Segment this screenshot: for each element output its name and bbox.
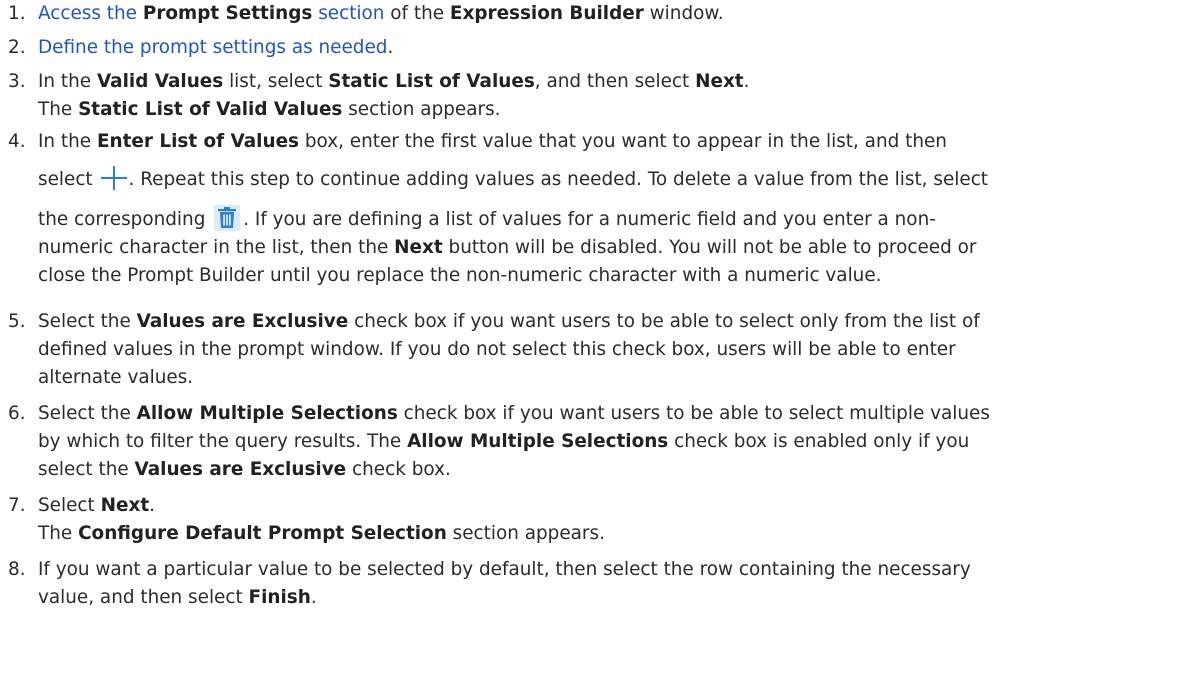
step-2: 2. Define the prompt settings as needed. xyxy=(8,34,1178,62)
step-number: 3. xyxy=(8,71,26,92)
step-number: 1. xyxy=(8,3,26,24)
define-prompt-settings-link[interactable]: Define the prompt settings as needed xyxy=(38,37,387,58)
step-number: 7. xyxy=(8,495,26,516)
step-6: 6. Select the Allow Multiple Selections c… xyxy=(8,400,1178,484)
step-8: 8. If you want a particular value to be s… xyxy=(8,556,1178,612)
step-3: 3. In the Valid Values list, select Stati… xyxy=(8,68,1178,124)
trash-icon xyxy=(214,205,241,231)
step-number: 8. xyxy=(8,559,26,580)
step-5: 5. Select the Values are Exclusive check … xyxy=(8,308,1178,392)
step-1: 1. Access the Prompt Settings section of … xyxy=(8,0,1178,28)
step-7: 7. Select Next. The Configure Default Pro… xyxy=(8,492,1178,548)
step-number: 4. xyxy=(8,131,26,152)
expression-builder-term: Expression Builder xyxy=(449,3,644,24)
step-number: 5. xyxy=(8,311,26,332)
procedure-document: 1. Access the Prompt Settings section of … xyxy=(0,0,1187,694)
prompt-settings-link[interactable]: Access the Prompt Settings section xyxy=(38,3,384,24)
step-4: 4. In the Enter List of Values box, enter… xyxy=(8,128,1178,290)
step-number: 2. xyxy=(8,37,26,58)
plus-icon xyxy=(100,166,127,190)
step-number: 6. xyxy=(8,403,26,424)
